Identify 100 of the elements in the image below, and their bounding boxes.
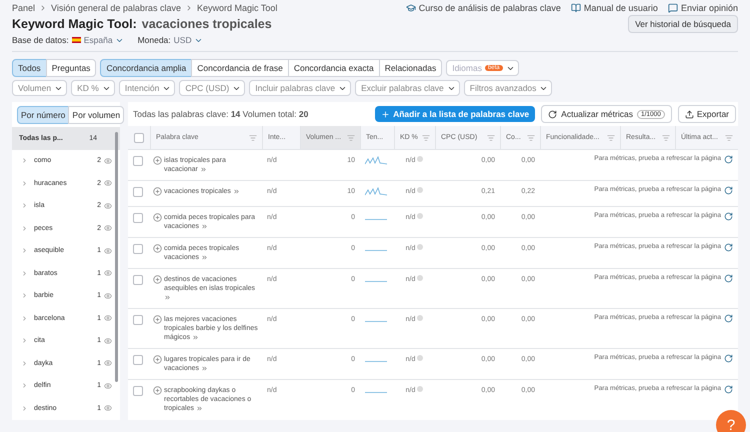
refresh-icon[interactable]: [724, 354, 733, 363]
double-chevron-icon[interactable]: [192, 334, 200, 341]
scrollbar[interactable]: [115, 132, 118, 382]
group-sort-tab[interactable]: Por número: [17, 106, 70, 124]
eye-icon[interactable]: [104, 179, 112, 188]
add-keyword-icon[interactable]: [153, 244, 162, 253]
sort-icon[interactable]: [347, 134, 355, 142]
filter-dropdown[interactable]: Incluir palabras clave: [249, 80, 352, 96]
row-checkbox[interactable]: [133, 315, 143, 325]
currency-label: Moneda:: [138, 35, 171, 45]
match-tab[interactable]: Relacionadas: [378, 59, 442, 77]
chevron-right-icon: [21, 292, 28, 300]
status-dot-icon: [417, 156, 424, 162]
chevron-right-icon: [21, 382, 28, 390]
chevron-right-icon: [21, 157, 28, 164]
filter-dropdown[interactable]: Volumen: [12, 80, 68, 96]
filter-dropdown[interactable]: Excluir palabras clave: [355, 80, 460, 96]
match-tab[interactable]: Concordancia de frase: [191, 59, 289, 77]
add-keyword-icon[interactable]: [153, 213, 162, 222]
double-chevron-icon[interactable]: [232, 188, 240, 195]
chevron-right-icon: [21, 337, 28, 344]
sort-icon[interactable]: [662, 134, 670, 142]
breadcrumb-link[interactable]: Keyword Magic Tool: [196, 3, 278, 13]
sort-icon[interactable]: [725, 134, 733, 142]
add-to-list-button[interactable]: Añadir a la lista de palabras clave: [375, 106, 536, 122]
currency-dropdown[interactable]: USD: [174, 35, 203, 45]
refresh-icon[interactable]: [724, 314, 733, 323]
refresh-icon[interactable]: [724, 212, 733, 221]
filter-dropdown[interactable]: Intención: [118, 80, 176, 96]
group-sort-tab[interactable]: Por volumen: [68, 106, 124, 124]
help-link[interactable]: Enviar opinión: [668, 3, 738, 13]
add-keyword-icon[interactable]: [153, 386, 162, 395]
upload-icon: [684, 110, 694, 118]
help-link[interactable]: Manual de usuario: [570, 3, 658, 13]
breadcrumb-link[interactable]: Visión general de palabras clave: [51, 3, 181, 13]
help-link[interactable]: Curso de análisis de palabras clave: [406, 3, 561, 13]
export-button[interactable]: Exportar: [678, 105, 736, 123]
row-checkbox[interactable]: [133, 213, 143, 223]
add-keyword-icon[interactable]: [153, 315, 162, 324]
keyword-summary: Todas las palabras clave: 14 Volumen total: 20: [133, 109, 310, 119]
refresh-icon[interactable]: [724, 155, 733, 164]
match-tab[interactable]: Concordancia exacta: [288, 59, 380, 77]
graduation-cap-icon: [406, 3, 416, 13]
filter-dropdown[interactable]: Filtros avanzados: [464, 80, 552, 96]
search-query: vacaciones tropicales: [142, 17, 272, 31]
status-dot-icon: [417, 315, 424, 321]
sort-icon[interactable]: [607, 134, 615, 142]
eye-icon[interactable]: [104, 336, 112, 345]
breadcrumb-link[interactable]: Panel: [12, 3, 36, 13]
status-dot-icon: [417, 187, 424, 193]
row-checkbox[interactable]: [133, 355, 143, 365]
eye-icon[interactable]: [104, 404, 112, 412]
chevron-right-icon: [21, 202, 28, 210]
double-chevron-icon[interactable]: [200, 364, 208, 372]
add-keyword-icon[interactable]: [153, 355, 162, 364]
status-dot-icon: [417, 386, 424, 392]
match-tab[interactable]: Concordancia amplia: [100, 59, 192, 77]
add-keyword-icon[interactable]: [153, 275, 162, 284]
filter-tab[interactable]: Todos: [12, 59, 47, 77]
eye-icon[interactable]: [104, 246, 112, 255]
select-all-checkbox[interactable]: [134, 132, 144, 142]
page-title: Keyword Magic Tool:: [12, 17, 137, 31]
refresh-icon: [548, 110, 558, 118]
eye-icon[interactable]: [104, 359, 112, 368]
sort-icon[interactable]: [249, 134, 257, 142]
double-chevron-icon[interactable]: [200, 222, 208, 230]
filter-dropdown[interactable]: CPC (USD): [179, 80, 246, 96]
row-checkbox[interactable]: [133, 244, 143, 254]
history-button[interactable]: Ver historial de búsqueda: [628, 15, 738, 33]
refresh-icon[interactable]: [724, 274, 733, 283]
refresh-icon[interactable]: [724, 385, 733, 394]
eye-icon[interactable]: [104, 156, 112, 165]
row-checkbox[interactable]: [133, 275, 143, 285]
double-chevron-icon[interactable]: [200, 166, 207, 173]
double-chevron-icon[interactable]: [164, 294, 171, 301]
filter-tab[interactable]: Preguntas: [46, 59, 96, 77]
status-dot-icon: [417, 244, 424, 250]
sort-icon[interactable]: [422, 134, 430, 142]
chevron-right-icon: [21, 404, 28, 412]
refresh-icon[interactable]: [724, 243, 733, 252]
row-checkbox[interactable]: [133, 386, 143, 396]
add-keyword-icon[interactable]: [153, 187, 162, 196]
eye-icon[interactable]: [104, 202, 112, 210]
sort-icon[interactable]: [527, 134, 535, 142]
eye-icon[interactable]: [104, 224, 112, 232]
row-checkbox[interactable]: [133, 187, 143, 197]
database-label: Base de datos:: [12, 35, 69, 45]
add-keyword-icon[interactable]: [153, 156, 162, 165]
filter-dropdown[interactable]: KD %: [71, 80, 115, 96]
sort-icon[interactable]: [487, 134, 495, 142]
double-chevron-icon[interactable]: [196, 404, 203, 412]
eye-icon[interactable]: [104, 292, 112, 300]
eye-icon[interactable]: [104, 314, 112, 322]
refresh-icon[interactable]: [724, 186, 733, 195]
eye-icon[interactable]: [104, 269, 112, 278]
speech-bubble-icon: [668, 3, 678, 13]
row-checkbox[interactable]: [133, 156, 143, 166]
eye-icon[interactable]: [104, 382, 112, 390]
database-dropdown[interactable]: España: [84, 35, 124, 45]
double-chevron-icon[interactable]: [200, 254, 208, 261]
